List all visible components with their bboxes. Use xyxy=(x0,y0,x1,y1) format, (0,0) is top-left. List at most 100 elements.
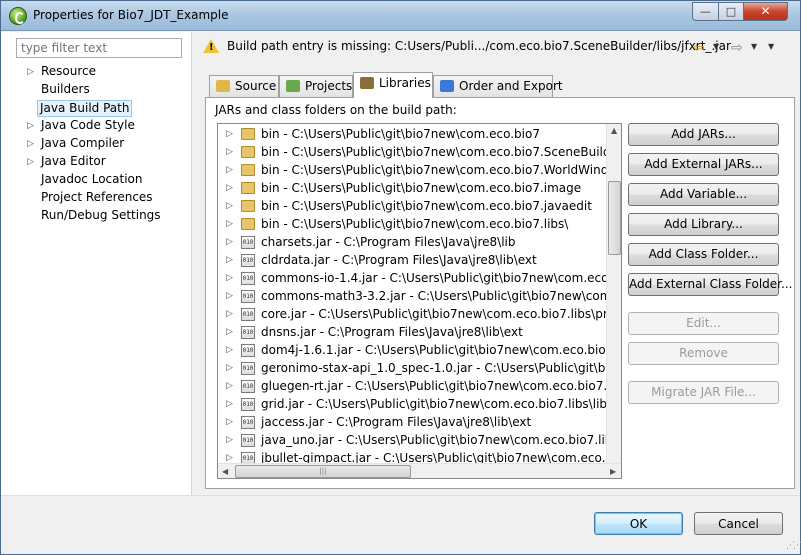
forward-arrow-icon[interactable]: ⇨ xyxy=(731,40,743,56)
libraries-label: JARs and class folders on the build path… xyxy=(215,103,457,117)
list-item-label: bin - C:\Users\Public\git\bio7new\com.ec… xyxy=(261,199,592,213)
expand-arrow-icon[interactable]: ▷ xyxy=(27,64,34,81)
expand-arrow-icon[interactable]: ▷ xyxy=(226,323,233,341)
build-path-list[interactable]: ▷ bin - C:\Users\Public\git\bio7new\com.e… xyxy=(217,123,622,479)
maximize-button[interactable]: □ xyxy=(718,2,744,21)
ok-button[interactable]: OK xyxy=(594,512,683,535)
forward-dropdown-icon[interactable]: ▼ xyxy=(751,42,757,51)
expand-arrow-icon[interactable]: ▷ xyxy=(226,341,233,359)
tab-icon xyxy=(286,80,300,92)
expand-arrow-icon[interactable]: ▷ xyxy=(226,215,233,233)
list-item[interactable]: ▷ bin - C:\Users\Public\git\bio7new\com.e… xyxy=(218,179,606,197)
class-folder-icon xyxy=(241,146,255,158)
title-bar[interactable]: Properties for Bio7_JDT_Example — □ ✕ xyxy=(1,1,800,31)
minimize-button[interactable]: — xyxy=(692,2,719,21)
list-item[interactable]: ▷ 010 java_uno.jar - C:\Users\Public\git\b… xyxy=(218,431,621,449)
nav-item[interactable]: Project References xyxy=(39,190,155,207)
horizontal-scrollbar[interactable]: ◀ ||| ▶ xyxy=(218,463,621,478)
add-external-class-folder-button[interactable]: Add External Class Folder... xyxy=(628,273,792,296)
nav-item[interactable]: Builders xyxy=(39,82,92,99)
expand-arrow-icon[interactable]: ▷ xyxy=(226,395,233,413)
properties-dialog: Properties for Bio7_JDT_Example — □ ✕ ▷ R… xyxy=(0,0,801,555)
scroll-left-icon[interactable]: ◀ xyxy=(222,467,228,476)
add-jars-button[interactable]: Add JARs... xyxy=(628,123,779,146)
expand-arrow-icon[interactable]: ▷ xyxy=(226,197,233,215)
add-external-jars-button[interactable]: Add External JARs... xyxy=(628,153,779,176)
expand-arrow-icon[interactable]: ▷ xyxy=(226,305,233,323)
list-item-label: bin - C:\Users\Public\git\bio7new\com.ec… xyxy=(261,127,540,141)
expand-arrow-icon[interactable]: ▷ xyxy=(226,179,233,197)
list-item[interactable]: ▷ 010 dnsns.jar - C:\Program Files\Java\jr… xyxy=(218,323,606,341)
list-item[interactable]: ▷ 010 cldrdata.jar - C:\Program Files\Java… xyxy=(218,251,606,269)
add-variable-button[interactable]: Add Variable... xyxy=(628,183,779,206)
add-class-folder-button[interactable]: Add Class Folder... xyxy=(628,243,779,266)
expand-arrow-icon[interactable]: ▷ xyxy=(226,143,233,161)
tab[interactable]: Libraries xyxy=(353,72,433,98)
list-item[interactable]: ▷ 010 core.jar - C:\Users\Public\git\bio7n… xyxy=(218,305,621,323)
list-item[interactable]: ▷ 010 commons-math3-3.2.jar - C:\Users\Pub… xyxy=(218,287,621,305)
nav-item[interactable]: Javadoc Location xyxy=(39,172,144,189)
list-item-label: grid.jar - C:\Users\Public\git\bio7new\c… xyxy=(261,397,614,411)
expand-arrow-icon[interactable]: ▷ xyxy=(226,125,233,143)
class-folder-icon xyxy=(241,128,255,140)
list-item[interactable]: ▷ bin - C:\Users\Public\git\bio7new\com.e… xyxy=(218,161,608,179)
expand-arrow-icon[interactable]: ▷ xyxy=(226,269,233,287)
window-title: Properties for Bio7_JDT_Example xyxy=(33,8,229,22)
nav-item[interactable]: Java Compiler xyxy=(39,136,126,153)
nav-item[interactable]: Resource xyxy=(39,64,98,81)
jar-icon: 010 xyxy=(241,326,255,339)
expand-arrow-icon[interactable]: ▷ xyxy=(226,359,233,377)
list-item[interactable]: ▷ bin - C:\Users\Public\git\bio7new\com.e… xyxy=(218,197,606,215)
expand-arrow-icon[interactable]: ▷ xyxy=(226,413,233,431)
expand-arrow-icon[interactable]: ▷ xyxy=(27,118,34,135)
expand-arrow-icon[interactable]: ▷ xyxy=(27,154,34,171)
back-dropdown-icon[interactable]: ▼ xyxy=(713,42,719,51)
resize-grip-icon[interactable]: ⋰⋰ xyxy=(786,541,801,551)
list-item[interactable]: ▷ bin - C:\Users\Public\git\bio7new\com.e… xyxy=(218,215,606,233)
nav-item[interactable]: Run/Debug Settings xyxy=(39,208,163,225)
list-item[interactable]: ▷ 010 geronimo-stax-api_1.0_spec-1.0.jar -… xyxy=(218,359,621,377)
list-item[interactable]: ▷ bin - C:\Users\Public\git\bio7new\com.e… xyxy=(218,143,621,161)
expand-arrow-icon[interactable]: ▷ xyxy=(226,377,233,395)
warning-icon: ! xyxy=(203,39,219,53)
scroll-right-icon[interactable]: ▶ xyxy=(610,467,616,476)
nav-item[interactable]: Java Code Style xyxy=(39,118,137,135)
view-menu-icon[interactable]: ▼ xyxy=(768,42,774,51)
tab[interactable]: Source xyxy=(209,75,279,97)
filter-input[interactable] xyxy=(16,38,182,58)
jar-icon: 010 xyxy=(241,434,255,447)
list-item[interactable]: ▷ 010 gluegen-rt.jar - C:\Users\Public\git… xyxy=(218,377,621,395)
remove-button[interactable]: Remove xyxy=(628,342,779,365)
back-arrow-icon[interactable]: ⇦ xyxy=(693,40,705,56)
list-item[interactable]: ▷ 010 dom4j-1.6.1.jar - C:\Users\Public\gi… xyxy=(218,341,621,359)
list-item-label: bin - C:\Users\Public\git\bio7new\com.ec… xyxy=(261,181,582,195)
list-item[interactable]: ▷ 010 commons-io-1.4.jar - C:\Users\Public… xyxy=(218,269,621,287)
list-item[interactable]: ▷ 010 jaccess.jar - C:\Program Files\Java\… xyxy=(218,413,606,431)
list-item-label: gluegen-rt.jar - C:\Users\Public\git\bio… xyxy=(261,379,622,393)
cancel-button[interactable]: Cancel xyxy=(694,512,783,535)
scroll-up-icon[interactable]: ▲ xyxy=(611,126,617,135)
expand-arrow-icon[interactable]: ▷ xyxy=(226,251,233,269)
expand-arrow-icon[interactable]: ▷ xyxy=(226,287,233,305)
expand-arrow-icon[interactable]: ▷ xyxy=(226,233,233,251)
bio7-app-icon xyxy=(9,7,27,25)
edit-button[interactable]: Edit... xyxy=(628,312,779,335)
class-folder-icon xyxy=(241,182,255,194)
expand-arrow-icon[interactable]: ▷ xyxy=(226,161,233,179)
list-item[interactable]: ▷ 010 grid.jar - C:\Users\Public\git\bio7n… xyxy=(218,395,613,413)
class-folder-icon xyxy=(241,164,255,176)
vertical-scroll-thumb[interactable] xyxy=(608,181,621,255)
tab[interactable]: Order and Export xyxy=(433,75,563,97)
add-library-button[interactable]: Add Library... xyxy=(628,213,779,236)
close-button[interactable]: ✕ xyxy=(743,2,788,21)
vertical-scrollbar[interactable]: ▲ xyxy=(606,124,621,463)
expand-arrow-icon[interactable]: ▷ xyxy=(27,136,34,153)
horizontal-scroll-thumb[interactable]: ||| xyxy=(235,465,411,478)
nav-item[interactable]: Java Build Path xyxy=(37,100,133,117)
list-item[interactable]: ▷ bin - C:\Users\Public\git\bio7new\com.e… xyxy=(218,125,606,143)
tab[interactable]: Projects xyxy=(279,75,353,97)
migrate-jar-button[interactable]: Migrate JAR File... xyxy=(628,381,779,404)
nav-item[interactable]: Java Editor xyxy=(39,154,108,171)
expand-arrow-icon[interactable]: ▷ xyxy=(226,431,233,449)
list-item[interactable]: ▷ 010 charsets.jar - C:\Program Files\Java… xyxy=(218,233,606,251)
